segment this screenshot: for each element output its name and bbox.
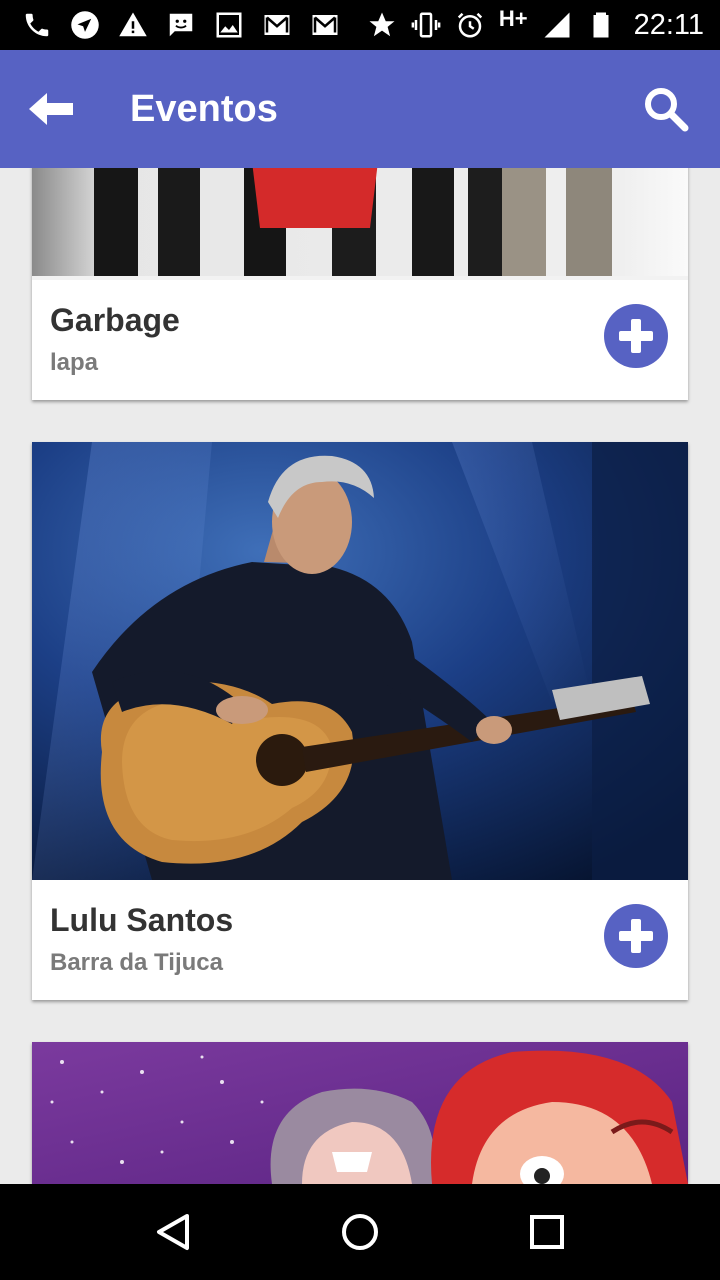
event-image — [32, 442, 688, 880]
system-nav-bar — [0, 1184, 720, 1280]
alarm-icon — [455, 10, 485, 40]
arrow-back-icon — [29, 93, 73, 125]
nav-back-icon — [157, 1214, 190, 1250]
nav-back-button[interactable] — [133, 1192, 213, 1272]
event-info: Garbage lapa — [32, 280, 688, 400]
add-circle-icon — [619, 919, 653, 953]
status-bar: H+ 22:11 — [0, 0, 720, 50]
event-location: lapa — [50, 349, 99, 376]
warning-icon — [118, 10, 148, 40]
nav-home-button[interactable] — [320, 1192, 400, 1272]
search-button[interactable] — [634, 77, 698, 141]
gmail-icon — [262, 10, 292, 40]
clock: 22:11 — [633, 8, 704, 41]
gmail-icon — [310, 10, 340, 40]
event-card[interactable]: Lulu Santos Barra da Tijuca — [32, 442, 688, 1000]
image-icon — [214, 10, 244, 40]
event-list: Garbage lapa Lulu Santos Barra da Tijuca — [0, 168, 720, 1184]
navigation-icon — [70, 10, 100, 40]
battery-icon — [586, 10, 616, 40]
event-image — [32, 1042, 688, 1184]
nav-home-icon — [341, 1214, 378, 1250]
add-event-button[interactable] — [604, 904, 668, 968]
nav-recents-button[interactable] — [507, 1192, 587, 1272]
vibrate-icon — [411, 10, 441, 40]
page-title: Eventos — [130, 87, 278, 130]
add-event-button[interactable] — [604, 304, 668, 368]
screen: H+ 22:11 Eventos Garbage lapa Lulu Santo… — [0, 0, 720, 1280]
event-card[interactable]: Garbage lapa — [32, 168, 688, 400]
add-circle-icon — [619, 319, 653, 353]
event-name: Lulu Santos — [50, 902, 234, 938]
event-image — [32, 168, 688, 280]
network-type: H+ — [498, 6, 528, 31]
event-info: Lulu Santos Barra da Tijuca — [32, 880, 688, 1000]
nav-recents-icon — [529, 1215, 564, 1249]
event-location: Barra da Tijuca — [50, 949, 223, 976]
back-button[interactable] — [20, 77, 84, 141]
app-bar: Eventos — [0, 50, 720, 168]
message-icon — [166, 10, 196, 40]
signal-icon — [542, 10, 572, 40]
event-name: Garbage — [50, 302, 180, 338]
star-icon — [367, 10, 397, 40]
search-icon — [645, 88, 689, 132]
event-card[interactable] — [32, 1042, 688, 1184]
phone-icon — [22, 10, 52, 40]
